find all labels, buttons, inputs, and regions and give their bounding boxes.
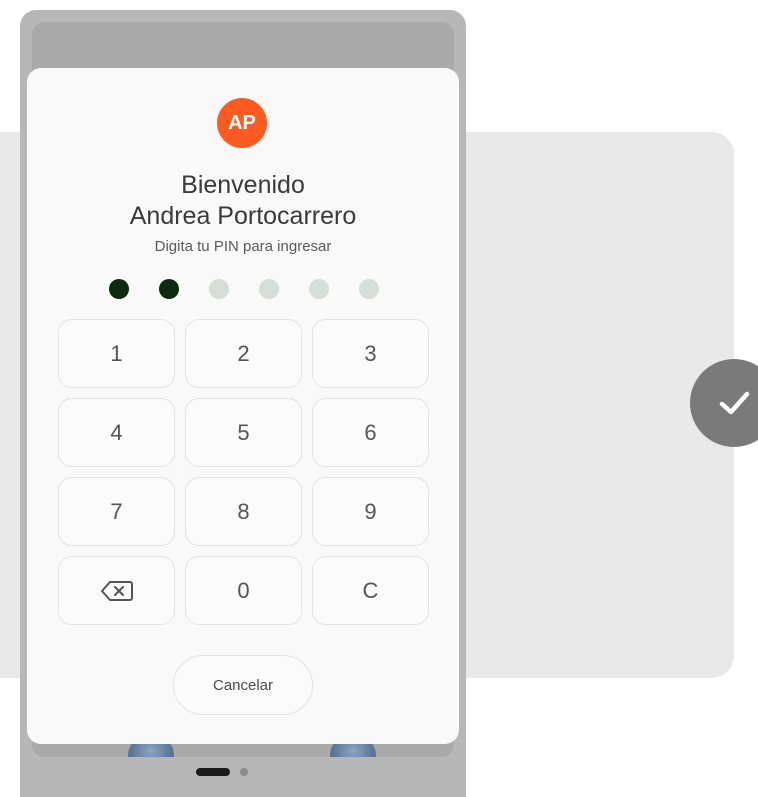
pin-dot-empty — [209, 279, 229, 299]
key-3[interactable]: 3 — [312, 319, 429, 388]
keypad: 1 2 3 4 5 6 7 8 9 0 C — [58, 319, 429, 625]
pin-dot-empty — [359, 279, 379, 299]
welcome-heading: Bienvenido Andrea Portocarrero — [27, 170, 459, 232]
backspace-button[interactable] — [58, 556, 175, 625]
key-6[interactable]: 6 — [312, 398, 429, 467]
key-0[interactable]: 0 — [185, 556, 302, 625]
key-8[interactable]: 8 — [185, 477, 302, 546]
stage: AP Bienvenido Andrea Portocarrero Digita… — [0, 0, 758, 797]
pin-dot-empty — [259, 279, 279, 299]
pin-dot-filled — [159, 279, 179, 299]
pin-dot-filled — [109, 279, 129, 299]
key-7[interactable]: 7 — [58, 477, 175, 546]
user-name: Andrea Portocarrero — [129, 202, 357, 230]
welcome-text: Bienvenido — [181, 171, 305, 199]
key-1[interactable]: 1 — [58, 319, 175, 388]
checkmark-icon — [719, 391, 750, 415]
avatar: AP — [217, 98, 267, 148]
page-indicator — [196, 768, 248, 776]
pin-login-modal: AP Bienvenido Andrea Portocarrero Digita… — [27, 68, 459, 744]
pin-prompt: Digita tu PIN para ingresar — [154, 238, 332, 255]
pin-dot-empty — [309, 279, 329, 299]
key-9[interactable]: 9 — [312, 477, 429, 546]
key-2[interactable]: 2 — [185, 319, 302, 388]
cancel-button[interactable]: Cancelar — [173, 655, 313, 715]
key-4[interactable]: 4 — [58, 398, 175, 467]
page-indicator-inactive — [240, 768, 248, 776]
backspace-icon — [100, 580, 133, 601]
avatar-initials: AP — [228, 111, 256, 134]
key-5[interactable]: 5 — [185, 398, 302, 467]
clear-button[interactable]: C — [312, 556, 429, 625]
pin-indicator — [109, 279, 379, 299]
page-indicator-active — [196, 768, 230, 776]
